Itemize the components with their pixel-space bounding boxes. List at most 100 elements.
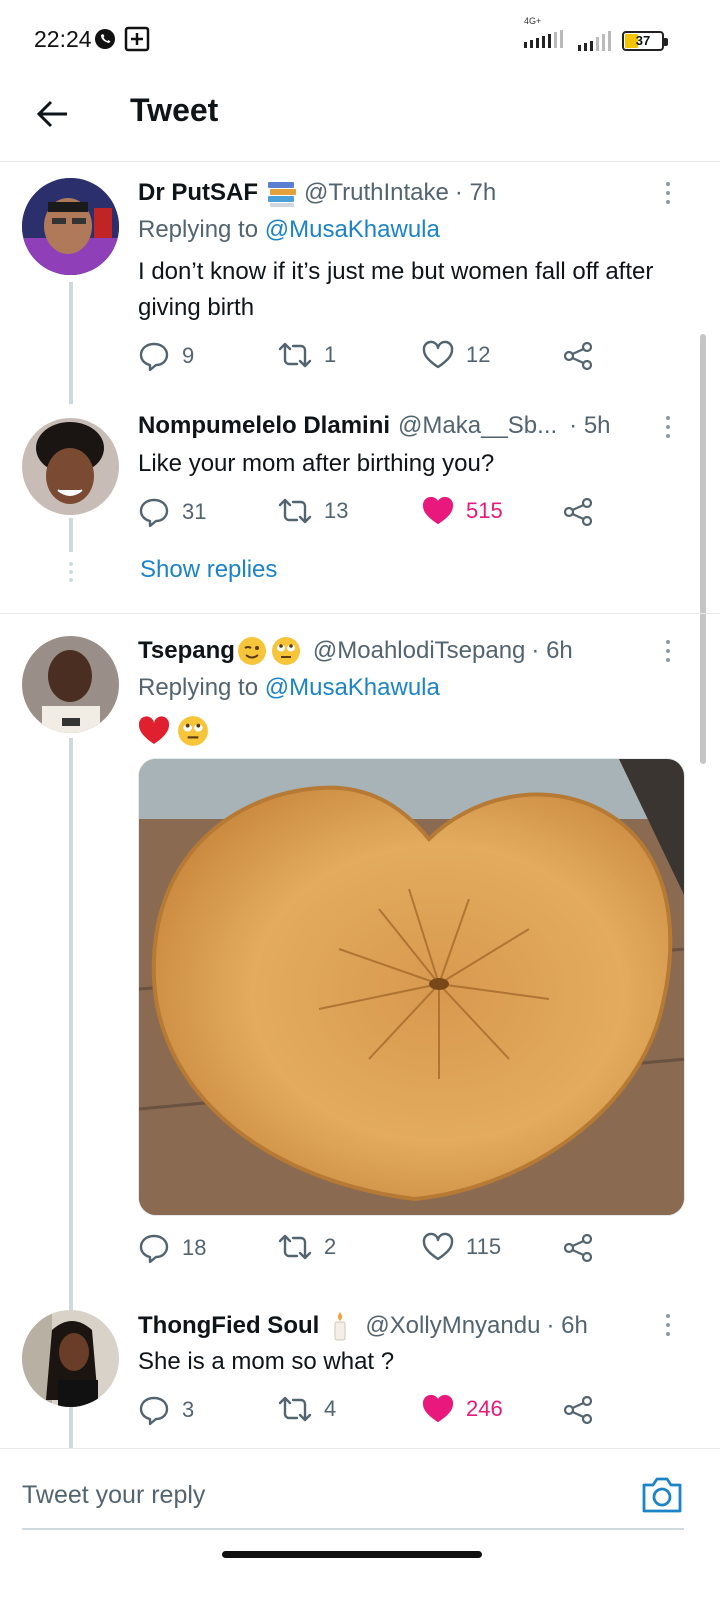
- share-icon: [563, 497, 593, 527]
- retweet-button[interactable]: 1: [278, 340, 336, 370]
- like-button[interactable]: 515: [422, 496, 503, 526]
- status-time: 22:24: [34, 26, 92, 52]
- replying-to-link[interactable]: @MusaKhawula: [265, 216, 440, 243]
- reply-button[interactable]: 31: [138, 496, 206, 528]
- like-count: 12: [466, 342, 491, 367]
- retweet-count: 2: [324, 1234, 337, 1259]
- author-handle[interactable]: @TruthIntake: [304, 179, 449, 207]
- reply-icon: [139, 342, 169, 372]
- reply-icon: [139, 498, 169, 528]
- top-app-bar: Tweet: [0, 80, 720, 162]
- arrow-left-icon: [36, 100, 67, 128]
- author-name[interactable]: Nompumelelo Dlamini: [138, 412, 390, 440]
- thread-line: [69, 518, 73, 552]
- author-name[interactable]: ThongFied Soul: [138, 1312, 319, 1340]
- avatar-image: [22, 636, 119, 733]
- retweet-count: 13: [324, 498, 349, 523]
- red-heart-emoji-icon: [138, 716, 170, 744]
- author-handle[interactable]: @MoahlodiTsepang: [313, 637, 526, 665]
- author-name[interactable]: Dr PutSAF: [138, 179, 258, 207]
- retweet-icon: [278, 342, 312, 368]
- avatar[interactable]: [22, 418, 119, 515]
- avatar-image: [22, 178, 119, 275]
- more-options-button[interactable]: [658, 1310, 678, 1340]
- retweet-button[interactable]: 4: [278, 1394, 336, 1424]
- tweet-text: Like your mom after birthing you?: [138, 450, 495, 477]
- reply-button[interactable]: 9: [138, 340, 194, 372]
- camera-button[interactable]: [640, 1475, 684, 1515]
- tweet-text: She is a mom so what ?: [138, 1348, 395, 1375]
- tweet-actions: 31 13 515: [138, 496, 608, 536]
- share-button[interactable]: [562, 340, 594, 372]
- back-button[interactable]: [32, 94, 72, 134]
- retweet-button[interactable]: 2: [278, 1232, 336, 1262]
- thread-dots: [69, 562, 73, 582]
- like-count: 515: [466, 498, 503, 523]
- camera-icon: [642, 1477, 682, 1513]
- calendar-plus-icon: [124, 26, 150, 52]
- author-handle[interactable]: @Maka__Sb...: [398, 412, 557, 440]
- avatar[interactable]: [22, 1310, 119, 1407]
- reply-count: 3: [182, 1397, 195, 1422]
- battery-level: 37: [635, 32, 651, 48]
- like-button[interactable]: 12: [422, 340, 490, 370]
- heart-outline-icon: [422, 340, 454, 369]
- replying-to: Replying to @MusaKhawula: [138, 216, 440, 243]
- whatsapp-icon: [95, 29, 115, 49]
- like-button[interactable]: 246: [422, 1394, 503, 1424]
- scrollbar[interactable]: [700, 334, 706, 764]
- author-name[interactable]: Tsepang: [138, 637, 235, 665]
- more-options-button[interactable]: [658, 636, 678, 666]
- heart-outline-icon: [422, 1232, 454, 1261]
- eye-roll-emoji-icon: [177, 715, 208, 746]
- heart-filled-icon: [422, 1394, 454, 1422]
- signal-icon-2: [578, 30, 611, 51]
- heart-filled-icon: [422, 496, 454, 524]
- divider: [0, 613, 720, 614]
- reply-button[interactable]: 3: [138, 1394, 194, 1426]
- like-count: 115: [466, 1234, 502, 1259]
- tweet-text: [138, 712, 683, 748]
- network-type-label: 4G+: [524, 16, 542, 26]
- like-button[interactable]: 115: [422, 1232, 501, 1262]
- eye-roll-emoji-icon: [271, 637, 300, 665]
- home-indicator[interactable]: [222, 1551, 482, 1558]
- share-icon: [563, 1233, 593, 1263]
- tweet-actions: 18 2 115: [138, 1232, 608, 1272]
- books-emoji-icon: [268, 182, 296, 207]
- share-button[interactable]: [562, 496, 594, 528]
- share-button[interactable]: [562, 1394, 594, 1426]
- replying-to-link[interactable]: @MusaKhawula: [265, 674, 440, 701]
- more-options-button[interactable]: [658, 178, 678, 208]
- signal-icon: [524, 30, 563, 48]
- more-options-button[interactable]: [658, 412, 678, 442]
- page-title: Tweet: [130, 92, 219, 128]
- share-button[interactable]: [562, 1232, 594, 1264]
- avatar-image: [22, 1310, 119, 1407]
- share-icon: [563, 1395, 593, 1425]
- reply-button[interactable]: 18: [138, 1232, 206, 1264]
- reply-input[interactable]: Tweet your reply: [22, 1481, 205, 1510]
- tweet-media-image[interactable]: [138, 758, 685, 1216]
- avatar-image: [22, 418, 119, 515]
- battery-icon: 37: [622, 30, 668, 51]
- retweet-icon: [278, 1396, 312, 1422]
- reply-input-underline: [22, 1528, 684, 1530]
- tweet-time: · 6h: [531, 637, 573, 664]
- show-replies-link[interactable]: Show replies: [140, 556, 277, 584]
- replying-to: Replying to @MusaKhawula: [138, 674, 440, 701]
- reply-count: 31: [182, 499, 207, 524]
- avatar[interactable]: [22, 178, 119, 275]
- reply-composer: Tweet your reply: [0, 1448, 720, 1540]
- author-handle[interactable]: @XollyMnyandu: [365, 1312, 540, 1340]
- retweet-button[interactable]: 13: [278, 496, 348, 526]
- heart-shaped-cake-image: [139, 759, 684, 1215]
- retweet-icon: [278, 1234, 312, 1260]
- winking-face-emoji-icon: [237, 637, 266, 665]
- retweet-icon: [278, 498, 312, 524]
- candle-emoji-icon: [334, 1312, 346, 1341]
- avatar[interactable]: [22, 636, 119, 733]
- tweet-time: · 7h: [454, 179, 497, 206]
- reply-count: 18: [182, 1235, 207, 1260]
- share-icon: [563, 341, 593, 371]
